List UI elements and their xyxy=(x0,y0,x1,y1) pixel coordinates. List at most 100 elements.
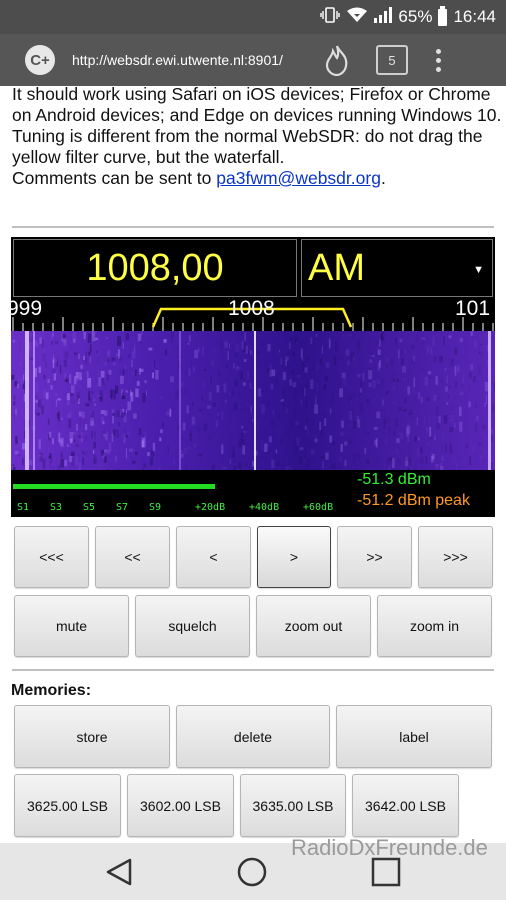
waterfall-speck xyxy=(102,436,106,440)
flame-icon[interactable] xyxy=(322,44,352,77)
waterfall-speck xyxy=(331,452,333,461)
waterfall-speck xyxy=(57,398,61,401)
waterfall-speck xyxy=(473,445,475,454)
waterfall-speck xyxy=(233,460,237,463)
email-link[interactable]: pa3fwm@websdr.org xyxy=(216,168,381,188)
waterfall-speck xyxy=(457,365,460,372)
waterfall-speck xyxy=(422,335,424,345)
waterfall-speck xyxy=(85,403,90,407)
waterfall-speck xyxy=(210,361,214,366)
waterfall-speck xyxy=(351,352,354,362)
battery-icon xyxy=(438,5,448,26)
waterfall-speck xyxy=(235,352,238,358)
zoom-in-button[interactable]: zoom in xyxy=(377,595,492,657)
overflow-menu-icon[interactable] xyxy=(436,48,441,72)
mode-select[interactable]: AM ▼ xyxy=(301,239,493,297)
waterfall-speck xyxy=(459,392,464,395)
waterfall-speck xyxy=(352,393,356,398)
recents-icon[interactable] xyxy=(371,857,401,887)
waterfall-speck xyxy=(299,455,302,464)
tune-up-large-button[interactable]: >>> xyxy=(418,526,493,588)
waterfall-speck xyxy=(358,390,361,396)
waterfall-speck xyxy=(266,449,268,454)
page-content: It should work using Safari on iOS devic… xyxy=(0,86,506,843)
waterfall-speck xyxy=(385,391,389,395)
waterfall-speck xyxy=(116,353,118,357)
waterfall-speck xyxy=(382,378,384,385)
waterfall-speck xyxy=(406,358,407,366)
waterfall-speck xyxy=(89,356,91,364)
tune-down-small-button[interactable]: < xyxy=(176,526,251,588)
waterfall-speck xyxy=(392,458,395,469)
tune-down-medium-button[interactable]: << xyxy=(95,526,170,588)
waterfall-speck xyxy=(474,423,478,432)
waterfall-speck xyxy=(344,460,347,467)
waterfall-speck xyxy=(357,374,361,378)
waterfall-speck xyxy=(249,418,251,423)
memory-preset-button[interactable]: 3642.00 LSB xyxy=(352,774,459,837)
delete-button[interactable]: delete xyxy=(176,705,330,768)
waterfall-speck xyxy=(444,355,447,361)
squelch-button[interactable]: squelch xyxy=(135,595,250,657)
waterfall-speck xyxy=(306,384,308,388)
waterfall-speck xyxy=(96,350,98,353)
waterfall-speck xyxy=(238,392,241,396)
tabs-icon[interactable]: 5 xyxy=(376,45,408,75)
waterfall-speck xyxy=(203,368,207,371)
mute-button[interactable]: mute xyxy=(14,595,129,657)
waterfall-speck xyxy=(162,422,164,428)
waterfall-speck xyxy=(79,418,81,427)
waterfall-speck xyxy=(66,377,70,385)
waterfall-speck xyxy=(443,336,445,346)
signal-icon xyxy=(374,7,393,27)
waterfall-speck xyxy=(376,378,380,387)
waterfall-speck xyxy=(396,378,399,383)
label-button[interactable]: label xyxy=(336,705,492,768)
s-label: +20dB xyxy=(195,502,226,513)
zoom-out-button[interactable]: zoom out xyxy=(256,595,371,657)
waterfall-speck xyxy=(80,376,83,380)
waterfall-speck xyxy=(439,355,443,363)
waterfall-speck xyxy=(343,377,347,386)
waterfall-speck xyxy=(321,345,324,354)
waterfall-speck xyxy=(353,439,355,442)
tune-up-medium-button[interactable]: >> xyxy=(337,526,412,588)
waterfall-speck xyxy=(87,333,92,343)
waterfall-speck xyxy=(194,349,199,359)
home-icon[interactable] xyxy=(236,856,268,888)
waterfall-speck xyxy=(75,456,79,465)
waterfall-speck xyxy=(324,418,327,426)
waterfall-speck xyxy=(470,363,474,371)
url-field[interactable]: http://websdr.ewi.utwente.nl:8901/ xyxy=(72,52,294,68)
waterfall-speck xyxy=(30,333,32,340)
waterfall-speck xyxy=(427,371,432,375)
waterfall-speck xyxy=(78,435,81,438)
waterfall-speck xyxy=(135,388,139,398)
waterfall[interactable] xyxy=(11,331,495,470)
waterfall-speck xyxy=(182,422,186,431)
waterfall-speck xyxy=(478,351,481,354)
waterfall-speck xyxy=(130,359,133,368)
waterfall-speck xyxy=(73,439,76,442)
waterfall-speck xyxy=(267,368,270,373)
c-plus-icon[interactable]: C+ xyxy=(25,45,55,75)
waterfall-speck xyxy=(164,349,167,356)
memory-preset-button[interactable]: 3635.00 LSB xyxy=(240,774,346,837)
intro-text: It should work using Safari on iOS devic… xyxy=(12,86,502,189)
store-button[interactable]: store xyxy=(14,705,170,768)
frequency-scale[interactable]: 999 1008 101 xyxy=(11,297,495,331)
waterfall-speck xyxy=(451,404,454,411)
memory-preset-button[interactable]: 3625.00 LSB xyxy=(14,774,121,837)
memory-preset-button[interactable]: 3602.00 LSB xyxy=(127,774,234,837)
waterfall-speck xyxy=(206,440,210,444)
waterfall-speck xyxy=(140,339,142,343)
frequency-display[interactable]: 1008,00 xyxy=(13,239,297,297)
waterfall-speck xyxy=(356,340,361,350)
waterfall-speck xyxy=(94,331,96,338)
waterfall-speck xyxy=(435,464,439,469)
back-icon[interactable] xyxy=(104,857,134,887)
tune-up-small-button[interactable]: > xyxy=(257,526,331,588)
waterfall-speck xyxy=(417,447,420,457)
tune-down-large-button[interactable]: <<< xyxy=(14,526,89,588)
waterfall-speck xyxy=(316,364,319,371)
